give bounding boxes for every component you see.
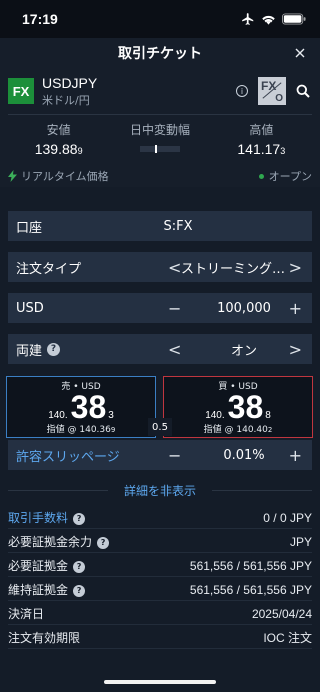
help-icon[interactable]: ? (97, 536, 110, 549)
order-type-prev-button[interactable]: < (168, 258, 181, 277)
high-price: 高値 141.173 (237, 123, 286, 157)
buy-button[interactable]: 買 • USD 140. 38 8 指値 @ 140.402 (163, 376, 313, 438)
status-bar: 17:19 (0, 0, 320, 38)
status-time: 17:19 (22, 11, 58, 27)
daily-range: 日中変動幅 (109, 121, 210, 157)
close-icon (295, 48, 305, 58)
search-icon[interactable] (296, 84, 310, 98)
help-icon[interactable]: ? (47, 342, 61, 356)
amount-row: USD − 100,000 + (8, 293, 312, 323)
info-icon[interactable]: i (236, 85, 248, 97)
account-value: S:FX (163, 218, 193, 234)
order-type-value: ストリーミング… (180, 261, 286, 277)
amount-increase-button[interactable]: + (289, 299, 302, 318)
airplane-icon (242, 13, 254, 25)
sell-button[interactable]: 売 • USD 140. 38 3 指値 @ 140.369 (6, 376, 156, 438)
instrument-symbol: USDJPY (42, 74, 98, 91)
quote-panel: 売 • USD 140. 38 3 指値 @ 140.369 買 • USD 1… (6, 376, 314, 438)
fx-badge: FX (8, 78, 34, 104)
status-icons (241, 12, 306, 26)
commission-link[interactable]: 取引手数料 (8, 511, 68, 525)
detail-row: 必要証拠金? 561,556 / 561,556 JPY (8, 555, 312, 577)
detail-row: 維持証拠金? 561,556 / 561,556 JPY (8, 579, 312, 601)
slippage-link[interactable]: 許容スリッページ (16, 446, 120, 465)
detail-row: 注文有効期限 IOC 注文 (8, 627, 312, 649)
detail-row: 決済日 2025/04/24 (8, 603, 312, 625)
help-icon[interactable]: ? (73, 512, 86, 525)
lightning-icon (8, 170, 17, 182)
help-icon[interactable]: ? (73, 584, 86, 597)
both-sides-value: オン (230, 343, 258, 359)
ticket-header: 取引チケット (0, 38, 320, 68)
details-toggle[interactable]: 詳細を非表示 (0, 482, 320, 499)
realtime-label: リアルタイム価格 (21, 170, 109, 183)
wifi-icon (262, 15, 275, 25)
spread-value: 0.5 (148, 418, 172, 436)
detail-row: 取引手数料? 0 / 0 JPY (8, 507, 312, 529)
account-row[interactable]: 口座 S:FX (8, 211, 312, 241)
fx-options-logo[interactable]: FX O (258, 77, 286, 105)
close-button[interactable] (290, 43, 310, 63)
market-open-dot (258, 173, 264, 179)
detail-row: 必要証拠金余力? JPY (8, 531, 312, 553)
amount-input[interactable]: 100,000 (217, 301, 271, 316)
instrument-name: 米ドル/円 (42, 93, 90, 107)
home-indicator[interactable] (104, 680, 216, 684)
realtime-row: リアルタイム価格 オープン (0, 157, 320, 187)
page-title: 取引チケット (118, 46, 202, 62)
slippage-increase-button[interactable]: + (289, 446, 302, 465)
both-sides-row: 両建 ? < オン > (8, 334, 312, 364)
help-icon[interactable]: ? (73, 560, 86, 573)
low-price: 安値 139.889 (34, 123, 83, 157)
market-status: オープン (268, 170, 312, 183)
range-bar (139, 145, 180, 153)
instrument-header: FX USDJPY 米ドル/円 i FX O (0, 68, 320, 114)
slippage-row: 許容スリッページ − 0.01% + (8, 440, 312, 470)
slippage-value[interactable]: 0.01% (223, 448, 264, 463)
both-sides-prev-button[interactable]: < (168, 340, 181, 359)
price-summary: 安値 139.889 日中変動幅 高値 141.173 (0, 115, 320, 157)
order-type-row[interactable]: 注文タイプ < ストリーミング… > (8, 252, 312, 282)
slippage-decrease-button[interactable]: − (168, 446, 181, 465)
battery-icon (282, 13, 306, 25)
both-sides-next-button[interactable]: > (289, 340, 302, 359)
order-type-next-button[interactable]: > (289, 258, 302, 277)
amount-decrease-button[interactable]: − (168, 299, 181, 318)
